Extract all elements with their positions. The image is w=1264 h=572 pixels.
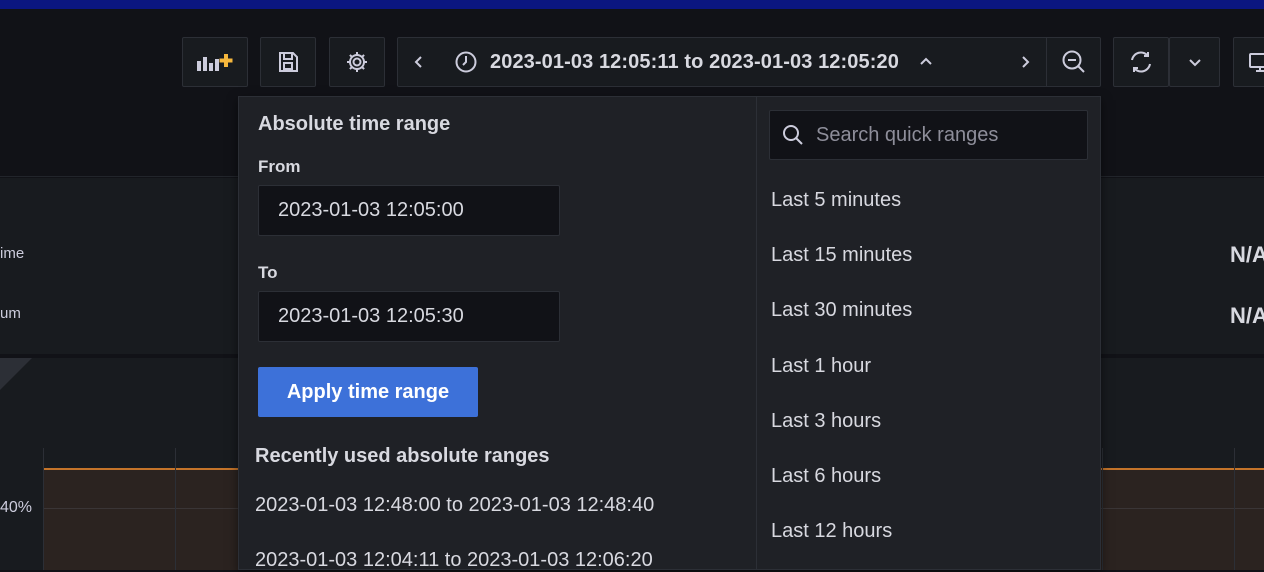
absolute-range-title: Absolute time range [258, 113, 451, 135]
stat-row-label: ime [0, 245, 25, 262]
time-range-picker-button[interactable]: 2023-01-03 12:05:11 to 2023-01-03 12:05:… [440, 38, 1004, 86]
from-label: From [258, 157, 301, 176]
stat-value: N/A [1230, 303, 1264, 328]
search-input[interactable] [814, 122, 1078, 148]
quick-range-item[interactable]: Last 1 hour [771, 355, 871, 378]
time-range-controls: 2023-01-03 12:05:11 to 2023-01-03 12:05:… [397, 37, 1101, 87]
tv-icon [1249, 53, 1264, 72]
stat-value: N/A [1230, 242, 1264, 267]
save-dashboard-button[interactable] [260, 37, 316, 87]
time-range-picker: Absolute time range From 2023-01-03 12:0… [238, 96, 1102, 572]
y-axis-tick: 40% [0, 499, 33, 516]
top-accent-bar [0, 0, 1264, 9]
quick-range-search[interactable] [769, 110, 1088, 160]
clock-icon [455, 51, 477, 73]
zoom-out-icon [1062, 50, 1085, 73]
recent-range-item[interactable]: 2023-01-03 12:48:00 to 2023-01-03 12:48:… [255, 494, 654, 517]
search-icon [783, 125, 803, 145]
quick-range-item[interactable]: Last 12 hours [771, 520, 892, 543]
quick-range-item[interactable]: Last 30 minutes [771, 299, 912, 322]
time-shift-back-button[interactable] [398, 38, 440, 86]
chevron-right-icon [1022, 56, 1030, 68]
quick-range-item[interactable]: Last 5 minutes [771, 189, 901, 212]
to-input[interactable]: 2023-01-03 12:05:30 [258, 291, 560, 342]
gear-icon [347, 52, 367, 72]
refresh-interval-dropdown[interactable] [1169, 37, 1220, 87]
tv-mode-button[interactable] [1233, 37, 1264, 87]
refresh-button[interactable] [1113, 37, 1169, 87]
time-range-text: 2023-01-03 12:05:11 to 2023-01-03 12:05:… [490, 50, 899, 73]
add-panel-icon [197, 54, 233, 71]
top-gap [0, 9, 1264, 12]
quick-ranges-pane: Last 5 minutes Last 15 minutes Last 30 m… [756, 97, 1102, 569]
graph-gridline [43, 448, 44, 570]
apply-time-range-button[interactable]: Apply time range [258, 367, 478, 417]
quick-range-item[interactable]: Last 3 hours [771, 410, 881, 433]
graph-gridline [1102, 448, 1103, 570]
quick-range-item[interactable]: Last 15 minutes [771, 244, 912, 267]
time-shift-forward-button[interactable] [1004, 38, 1046, 86]
from-input[interactable]: 2023-01-03 12:05:00 [258, 185, 560, 236]
save-icon [279, 52, 298, 72]
chevron-left-icon [414, 56, 422, 68]
to-label: To [258, 263, 278, 282]
recent-range-item[interactable]: 2023-01-03 12:04:11 to 2023-01-03 12:06:… [255, 549, 653, 572]
panel-corner [0, 358, 32, 390]
chevron-down-icon [1188, 59, 1201, 67]
add-panel-button[interactable] [182, 37, 248, 87]
chevron-up-icon [920, 57, 932, 65]
graph-gridline [1234, 448, 1235, 570]
absolute-range-pane: Absolute time range From 2023-01-03 12:0… [239, 97, 756, 572]
refresh-icon [1131, 51, 1151, 73]
graph-gridline [175, 448, 176, 570]
stat-row-label: um [0, 305, 21, 322]
dashboard-settings-button[interactable] [329, 37, 385, 87]
zoom-out-button[interactable] [1046, 38, 1100, 86]
quick-range-item[interactable]: Last 6 hours [771, 465, 881, 488]
recent-ranges-title: Recently used absolute ranges [255, 445, 550, 467]
